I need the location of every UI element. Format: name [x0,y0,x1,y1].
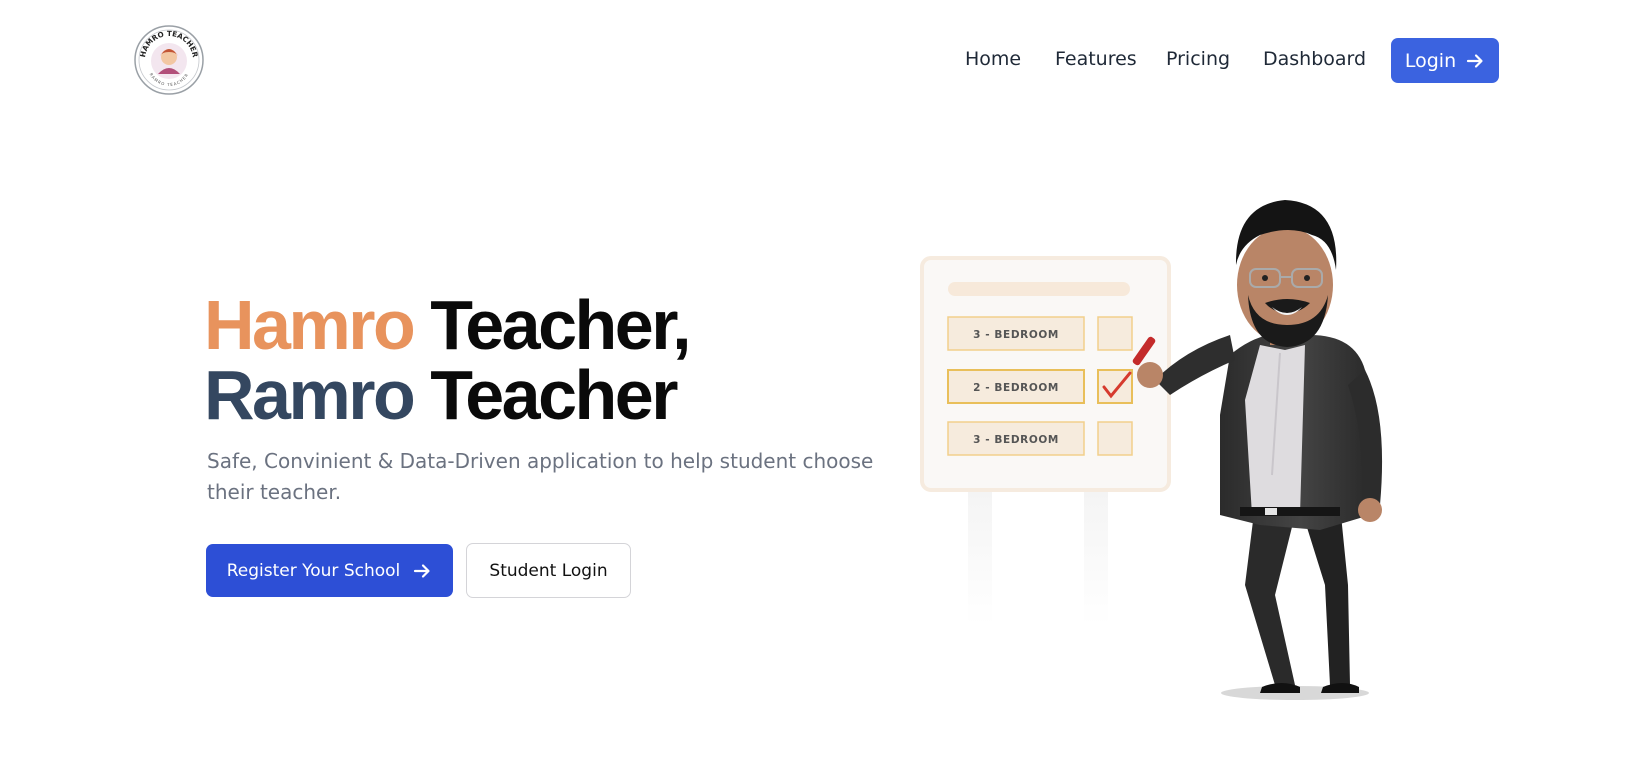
student-login-button[interactable]: Student Login [466,543,631,598]
nav-dashboard[interactable]: Dashboard [1263,48,1366,70]
board-row-1-label: 3 - BEDROOM [973,329,1059,341]
title-word-ramro: Ramro [204,356,416,434]
board-row-3-label: 3 - BEDROOM [973,434,1059,446]
register-school-label: Register Your School [226,560,401,581]
nav-home[interactable]: Home [965,48,1021,70]
board-row-2: 2 - BEDROOM [947,369,1133,404]
title-word-teacher-1: Teacher, [430,286,691,364]
board-checkbox-1 [1097,316,1133,351]
hero-title-line2: Ramro Teacher [204,360,689,430]
board-row-3: 3 - BEDROOM [947,421,1133,456]
board-checkbox-3 [1097,421,1133,456]
hero-title: Hamro Teacher, Ramro Teacher [204,290,692,430]
login-label: Login [1404,49,1457,72]
board-row-2-label: 2 - BEDROOM [973,382,1059,394]
title-word-teacher-2: Teacher [430,356,678,434]
nav-features[interactable]: Features [1055,48,1137,70]
board-row-1: 3 - BEDROOM [947,316,1133,351]
login-button[interactable]: Login [1391,38,1499,83]
teacher-whiteboard-illustration: 3 - BEDROOM 2 - BEDROOM 3 - BEDROOM [920,200,1383,700]
hero-title-line1: Hamro Teacher, [204,286,692,364]
student-login-label: Student Login [489,560,608,581]
hero-illustration: 3 - BEDROOM 2 - BEDROOM 3 - BEDROOM [900,185,1460,705]
register-school-button[interactable]: Register Your School [206,544,453,597]
hero-subtitle: Safe, Convinient & Data-Driven applicati… [207,449,874,504]
title-word-hamro: Hamro [204,286,416,364]
arrow-right-icon [1467,53,1483,68]
nav-pricing[interactable]: Pricing [1166,48,1230,70]
arrow-right-icon [414,563,430,578]
board-header-bar [948,282,1130,296]
